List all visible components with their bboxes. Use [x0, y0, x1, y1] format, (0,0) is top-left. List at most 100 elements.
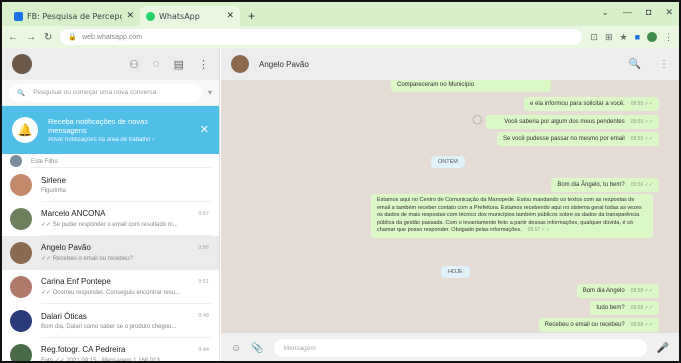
chat-name: Marcelo ANCONA: [41, 209, 106, 218]
emoji-icon[interactable]: ☺: [231, 343, 241, 354]
chat-name: Carina Enf Pontepe: [41, 277, 111, 286]
reload-icon[interactable]: ↻: [44, 32, 52, 43]
whatsapp-icon: [146, 11, 155, 21]
message-bubble: ◯ Você saberia por algum dos meus penden…: [472, 115, 659, 129]
attach-icon[interactable]: 📎: [251, 343, 263, 354]
chat-name: Dalari Óticas: [41, 311, 87, 321]
message-bubble: tudo bem? 09:58 ✓✓: [590, 301, 659, 315]
message-input[interactable]: Mensagem: [273, 339, 647, 357]
avatar[interactable]: [231, 55, 249, 73]
new-chat-icon[interactable]: ▤: [174, 58, 184, 71]
tab-title: FB: Pesquisa de Percepção - eko: [27, 11, 122, 21]
close-icon[interactable]: ✕: [200, 123, 209, 136]
forward-icon[interactable]: →: [26, 32, 36, 43]
chat-list-item[interactable]: Dalari Óticas Bom dia, Dalari como saber …: [2, 304, 219, 338]
chat-last-message: Bom dia, Dalari como saber se o produto …: [41, 323, 177, 330]
message-bubble: Compareceram no Município: [391, 80, 551, 92]
browser-window: FB: Pesquisa de Percepção - eko ✕ WhatsA…: [0, 0, 681, 363]
avatar: [10, 344, 32, 361]
date-separator: ONTEM: [431, 156, 465, 168]
chat-time: 9:57: [198, 211, 209, 217]
close-tab-icon[interactable]: ✕: [126, 11, 134, 21]
avatar[interactable]: [12, 54, 32, 74]
community-icon[interactable]: ⚇: [129, 58, 139, 71]
message-text: Recebeu o email ou recebeu?: [544, 322, 625, 328]
contact-name: Angelo Pavão: [259, 59, 309, 69]
notification-banner[interactable]: 🔔 Receba notificações de novas mensagens…: [2, 106, 219, 154]
chat-name: Sirlene: [41, 175, 66, 185]
chat-time: 9:48: [198, 313, 209, 319]
avatar: [10, 242, 32, 264]
search-bar: 🔍 Pesquisar ou começar uma nova conversa…: [2, 80, 219, 106]
url-field[interactable]: 🔒 web.whatsapp.com: [60, 29, 583, 45]
message-placeholder: Mensagem: [283, 344, 316, 352]
extension-icon[interactable]: ⊡: [590, 32, 598, 43]
message-text: Se você pudesse passar no mesmo por emai…: [502, 136, 625, 142]
sidebar-actions: ⚇ ◌ ▤ ⋮: [129, 58, 209, 71]
back-icon[interactable]: ←: [8, 32, 18, 43]
minimize-icon[interactable]: —: [623, 7, 632, 18]
message-bubble: Estamos aqui no Centro de Comunicação da…: [371, 194, 653, 238]
message-bubble: e ela informou para solicitar a você. 09:…: [524, 97, 659, 111]
message-time: 09:55 ✓✓: [630, 119, 653, 125]
notification-link[interactable]: Ativar notificações na área de trabalho …: [48, 137, 168, 143]
chat-last-message: Figurinha: [41, 187, 67, 194]
chat-list-pane: ⚇ ◌ ▤ ⋮ 🔍 Pesquisar ou começar uma nova …: [2, 48, 220, 361]
extension-icon[interactable]: ■: [635, 32, 640, 42]
filter-icon[interactable]: ▾: [208, 88, 212, 97]
search-input[interactable]: 🔍 Pesquisar ou começar uma nova conversa: [9, 83, 202, 102]
status-icon[interactable]: ◌: [153, 58, 160, 71]
chat-last-message: Este Filho: [31, 159, 58, 165]
tab-whatsapp[interactable]: WhatsApp ✕: [140, 6, 240, 26]
chat-last-message: ✓✓ Se puder responder o email com result…: [41, 222, 178, 228]
chat-last-message: ✓✓ Ocorreu responder. Conseguiu encontra…: [41, 290, 181, 296]
message-text: Bom dia Angelo: [582, 288, 625, 294]
tab-pesquisa[interactable]: FB: Pesquisa de Percepção - eko ✕: [8, 6, 140, 26]
chat-last-message: ✓✓ Recebeu o email ou recebeu?: [41, 256, 133, 262]
search-icon[interactable]: 🔍: [629, 59, 641, 70]
tab-bar: FB: Pesquisa de Percepção - eko ✕ WhatsA…: [2, 2, 679, 26]
chat-list-item[interactable]: Sirlene Figurinha: [2, 168, 219, 202]
message-text: e ela informou para solicitar a você.: [530, 101, 625, 107]
notification-title: Receba notificações de novas mensagens: [48, 117, 149, 135]
close-tab-icon[interactable]: ✕: [226, 11, 234, 21]
address-bar-row: ← → ↻ 🔒 web.whatsapp.com ⊡ ⊞ ★ ■ ⋮: [2, 26, 679, 48]
message-time: 09:58 ✓✓: [630, 288, 653, 294]
message-time: 09:58 ✓✓: [630, 322, 653, 328]
chat-list-item[interactable]: Angelo Pavão ✓✓ Recebeu o email ou recebe…: [2, 236, 219, 270]
close-window-icon[interactable]: ✕: [665, 7, 673, 18]
conversation-actions: 🔍 ⋮: [629, 59, 669, 70]
kebab-menu-icon[interactable]: ⋮: [664, 32, 673, 43]
maximize-icon[interactable]: ◘: [646, 7, 651, 18]
avatar: [10, 208, 32, 230]
chat-list-item[interactable]: Marcelo ANCONA ✓✓ Se puder responder o em…: [2, 202, 219, 236]
profile-avatar[interactable]: [647, 32, 657, 42]
search-placeholder: Pesquisar ou começar uma nova conversa: [33, 89, 157, 96]
avatar: [10, 155, 22, 167]
message-bubble: Recebeu o email ou recebeu? 09:58 ✓✓: [538, 318, 659, 332]
star-icon[interactable]: ★: [619, 32, 627, 43]
chat-list-item[interactable]: Este Filho: [2, 154, 219, 168]
mic-icon[interactable]: 🎤: [657, 343, 669, 354]
new-tab-button[interactable]: +: [240, 6, 263, 26]
message-time: 09:56 ✓✓: [630, 182, 653, 188]
bell-off-icon: 🔔: [12, 117, 38, 143]
chat-list-item[interactable]: Reg.fotogr. CA Pedreira Foto ✓✓ 2021 09:1…: [2, 338, 219, 361]
lock-icon: 🔒: [68, 34, 78, 41]
facebook-icon: [14, 11, 23, 21]
avatar: [10, 310, 32, 332]
chat-time: 9:44: [198, 347, 209, 353]
message-time: 09:57 ✓✓: [527, 227, 550, 233]
chat-name: Angelo Pavão: [41, 243, 91, 252]
chat-list-item[interactable]: Carina Enf Pontepe ✓✓ Ocorreu responder. …: [2, 270, 219, 304]
window-controls: ⌄ — ◘ ✕: [601, 7, 673, 18]
compose-bar: ☺ 📎 Mensagem 🎤: [221, 333, 679, 361]
message-bubble: Bom dia Ângelo, tu bem? 09:56 ✓✓: [551, 178, 659, 192]
message-list: Compareceram no Município e ela informou…: [221, 80, 679, 333]
menu-icon[interactable]: ⋮: [659, 59, 669, 70]
tab-search-icon[interactable]: ⌄: [601, 7, 609, 18]
conversation-header[interactable]: Angelo Pavão 🔍 ⋮: [221, 48, 679, 80]
menu-icon[interactable]: ⋮: [198, 58, 209, 71]
extension-icon[interactable]: ⊞: [605, 32, 613, 43]
conversation-pane: Angelo Pavão 🔍 ⋮ Compareceram no Municíp…: [221, 48, 679, 361]
